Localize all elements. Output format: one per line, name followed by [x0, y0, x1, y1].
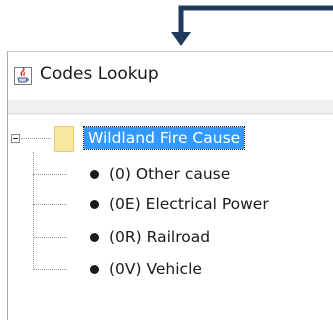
folder-icon [54, 126, 74, 152]
tree-item-vehicle[interactable]: (0V) Vehicle [109, 259, 202, 279]
codes-lookup-window: Codes Lookup Wildland Fire Cause (0) Oth… [7, 51, 333, 320]
toolbar-strip [8, 100, 333, 114]
child-connector-1 [33, 174, 67, 175]
title-bar: Codes Lookup [8, 52, 333, 101]
tree-item-other-cause[interactable]: (0) Other cause [109, 164, 230, 184]
leaf-dot-icon [90, 170, 99, 179]
child-connector-2 [33, 204, 67, 205]
window-title: Codes Lookup [40, 64, 159, 84]
tree-root-wildland-fire-cause[interactable]: Wildland Fire Cause [82, 126, 246, 150]
leaf-dot-icon [90, 200, 99, 209]
leaf-dot-icon [90, 265, 99, 274]
tree-item-electrical-power[interactable]: (0E) Electrical Power [109, 194, 269, 214]
screenshot-stage: Codes Lookup Wildland Fire Cause (0) Oth… [0, 0, 333, 320]
children-connector [33, 152, 34, 270]
child-connector-3 [33, 237, 67, 238]
leaf-dot-icon [90, 233, 99, 242]
callout-arrow [171, 5, 333, 46]
java-cup-icon [14, 67, 32, 85]
collapse-minus-icon[interactable] [11, 134, 20, 143]
tree-item-railroad[interactable]: (0R) Railroad [109, 227, 210, 247]
arrow-head [171, 32, 191, 46]
child-connector-4 [33, 269, 67, 270]
arrow-shaft [178, 5, 333, 34]
root-connector [21, 138, 51, 139]
